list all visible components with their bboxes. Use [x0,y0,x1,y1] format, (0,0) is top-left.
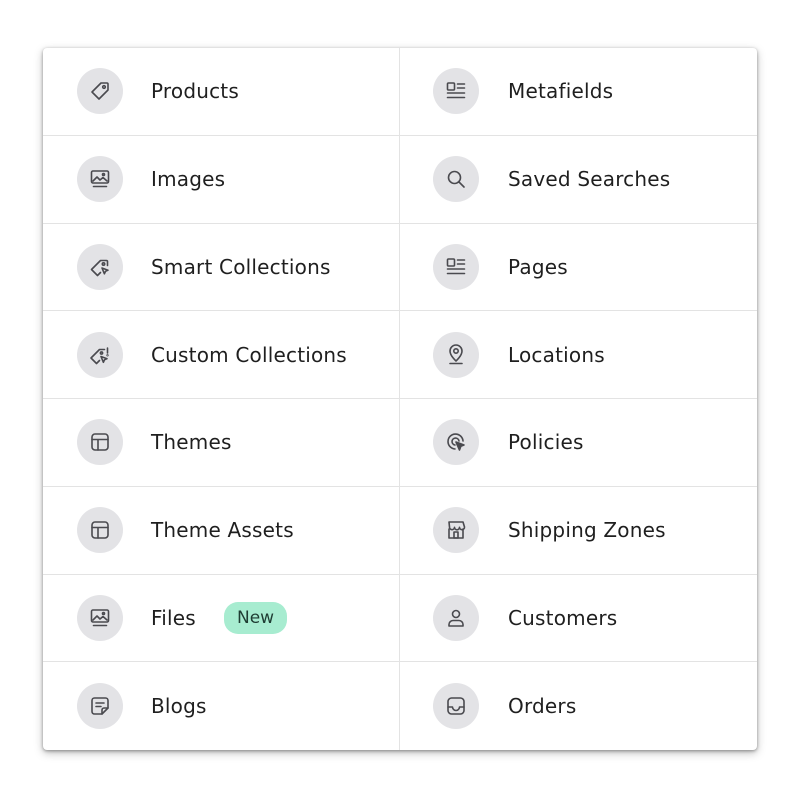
item-images[interactable]: Images [43,135,400,224]
new-badge: New [224,601,288,634]
item-policies[interactable]: Policies [400,399,757,487]
item-metafields[interactable]: Metafields [400,48,757,136]
item-label: Orders [508,694,577,719]
item-label: Shipping Zones [508,518,666,543]
item-orders[interactable]: Orders [400,662,757,750]
text-list-icon [433,243,479,290]
item-label: Images [151,167,226,192]
text-list-icon [433,68,479,115]
item-theme-assets[interactable]: Theme Assets [43,486,400,575]
location-pin-icon [433,331,479,378]
item-label: Theme Assets [151,518,294,543]
item-shipping-zones[interactable]: Shipping Zones [400,487,757,575]
store-icon [433,507,479,554]
item-label: Files [151,605,196,630]
note-icon [77,683,123,730]
item-smart-collections[interactable]: Smart Collections [43,223,400,312]
layout-icon [77,419,123,466]
resource-grid: Products Metafields Images Saved Searche… [43,48,757,750]
item-label: Saved Searches [508,167,671,192]
item-label: Products [151,79,239,104]
item-label: Policies [508,430,584,455]
item-custom-collections[interactable]: Custom Collections [43,311,400,399]
item-label: Smart Collections [151,254,331,279]
layout-icon [77,507,123,554]
item-themes[interactable]: Themes [43,399,400,487]
item-label: Locations [508,342,605,367]
item-label: Blogs [151,694,207,719]
item-label: Custom Collections [151,342,347,367]
item-label: Pages [508,254,568,279]
item-pages[interactable]: Pages [400,224,757,312]
item-label: Customers [508,605,618,630]
search-icon [433,156,479,203]
item-label: Metafields [508,79,614,104]
tag-edit-cursor-icon [77,331,123,378]
image-icon [77,156,123,203]
item-files[interactable]: Files New [43,574,400,663]
item-saved-searches[interactable]: Saved Searches [400,136,757,224]
tag-icon [77,68,123,115]
person-icon [433,594,479,641]
item-label: Themes [151,430,232,455]
inbox-icon [433,683,479,730]
target-cursor-icon [433,419,479,466]
image-icon [77,594,123,641]
item-products[interactable]: Products [43,48,400,136]
item-customers[interactable]: Customers [400,575,757,663]
item-blogs[interactable]: Blogs [43,662,400,750]
tag-cursor-icon [77,243,123,290]
item-locations[interactable]: Locations [400,311,757,399]
